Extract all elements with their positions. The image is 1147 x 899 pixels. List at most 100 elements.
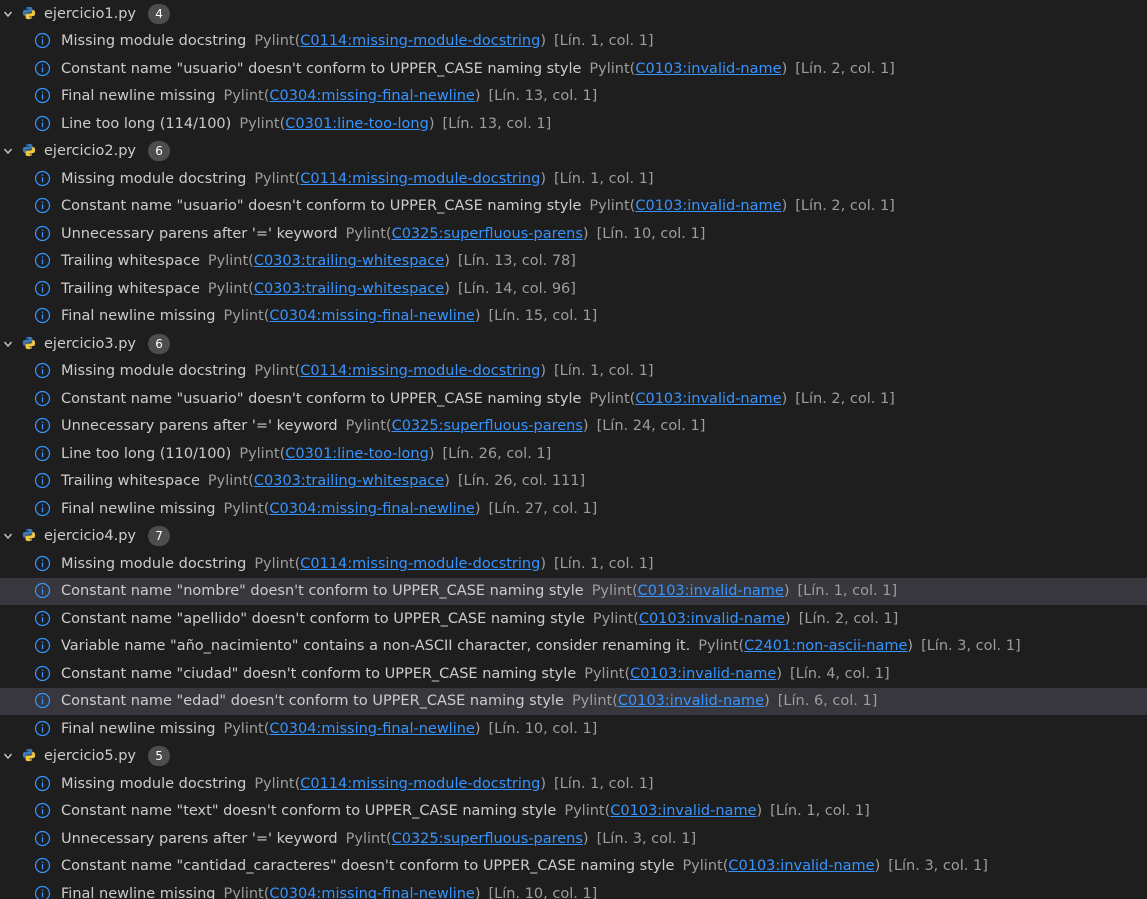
rule-code-link[interactable]: C0103:invalid-name <box>630 666 776 682</box>
rule-code-link[interactable]: C0303:trailing-whitespace <box>254 281 444 297</box>
problem-location: [Lín. 3, col. 1] <box>921 638 1021 655</box>
problem-count-badge: 7 <box>148 526 171 547</box>
rule-code-link[interactable]: C0303:trailing-whitespace <box>254 473 444 489</box>
rule-code-link[interactable]: C0304:missing-final-newline <box>269 501 474 517</box>
problem-row[interactable]: Missing module docstring Pylint(C0114:mis… <box>0 28 1147 56</box>
problem-location: [Lín. 1, col. 1] <box>554 33 654 50</box>
problem-row[interactable]: Variable name "año_nacimiento" contains … <box>0 633 1147 661</box>
rule-code-link[interactable]: C0301:line-too-long <box>285 446 429 462</box>
problem-source: Pylint <box>564 803 605 820</box>
problem-location: [Lín. 13, col. 1] <box>488 88 598 105</box>
problem-source: Pylint <box>223 885 264 899</box>
rule-code-link[interactable]: C0325:superfluous-parens <box>392 418 583 434</box>
rule-code-link[interactable]: C0304:missing-final-newline <box>269 308 474 324</box>
problem-message: Final newline missing <box>61 885 216 899</box>
problem-row[interactable]: Final newline missing Pylint(C0304:missin… <box>0 880 1147 899</box>
problem-location: [Lín. 27, col. 1] <box>488 500 598 517</box>
rule-code-link[interactable]: C0114:missing-module-docstring <box>300 33 540 49</box>
chevron-down-icon[interactable] <box>1 531 15 541</box>
problem-row[interactable]: Final newline missing Pylint(C0304:missin… <box>0 303 1147 331</box>
problem-message: Missing module docstring <box>61 363 247 380</box>
problem-message: Final newline missing <box>61 500 216 517</box>
file-row[interactable]: ejercicio2.py 6 <box>0 138 1147 166</box>
paren-close: ) <box>781 60 788 77</box>
info-icon <box>34 802 52 820</box>
file-name: ejercicio4.py <box>44 528 137 545</box>
paren-close: ) <box>874 858 881 875</box>
chevron-down-icon[interactable] <box>1 146 15 156</box>
problem-row[interactable]: Constant name "apellido" doesn't conform… <box>0 605 1147 633</box>
rule-code-link[interactable]: C0103:invalid-name <box>618 693 764 709</box>
info-icon <box>34 472 52 490</box>
rule-code-link[interactable]: C0325:superfluous-parens <box>392 226 583 242</box>
rule-code-link[interactable]: C0114:missing-module-docstring <box>300 363 540 379</box>
file-row[interactable]: ejercicio1.py 4 <box>0 0 1147 28</box>
chevron-down-icon[interactable] <box>1 9 15 19</box>
problem-row[interactable]: Final newline missing Pylint(C0304:missin… <box>0 495 1147 523</box>
problem-row[interactable]: Constant name "nombre" doesn't conform t… <box>0 577 1147 605</box>
problem-row[interactable]: Trailing whitespace Pylint(C0303:trailing… <box>0 248 1147 276</box>
problem-row[interactable]: Trailing whitespace Pylint(C0303:trailing… <box>0 468 1147 496</box>
rule-code-link[interactable]: C0304:missing-final-newline <box>269 88 474 104</box>
rule-code-link[interactable]: C0304:missing-final-newline <box>269 721 474 737</box>
problem-row[interactable]: Unnecessary parens after '=' keyword Pyli… <box>0 220 1147 248</box>
problem-row[interactable]: Trailing whitespace Pylint(C0303:trailing… <box>0 275 1147 303</box>
rule-code-link[interactable]: C2401:non-ascii-name <box>744 638 907 654</box>
paren-close: ) <box>582 830 589 847</box>
problem-row[interactable]: Missing module docstring Pylint(C0114:mis… <box>0 165 1147 193</box>
problem-location: [Lín. 2, col. 1] <box>798 610 899 627</box>
rule-code-link[interactable]: C0114:missing-module-docstring <box>300 171 540 187</box>
info-icon <box>34 60 52 78</box>
rule-code-link[interactable]: C0103:invalid-name <box>728 858 874 874</box>
rule-code-link[interactable]: C0304:missing-final-newline <box>269 886 474 899</box>
problem-row[interactable]: Constant name "edad" doesn't conform to … <box>0 687 1147 715</box>
rule-code-link[interactable]: C0301:line-too-long <box>285 116 429 132</box>
problem-row[interactable]: Missing module docstring Pylint(C0114:mis… <box>0 770 1147 798</box>
problem-row[interactable]: Constant name "usuario" doesn't conform … <box>0 55 1147 83</box>
problem-row[interactable]: Constant name "usuario" doesn't conform … <box>0 193 1147 221</box>
problem-row[interactable]: Final newline missing Pylint(C0304:missin… <box>0 715 1147 743</box>
problem-row[interactable]: Constant name "usuario" doesn't conform … <box>0 385 1147 413</box>
rule-code-link[interactable]: C0103:invalid-name <box>635 61 781 77</box>
problem-row[interactable]: Line too long (114/100) Pylint(C0301:line… <box>0 110 1147 138</box>
problem-row[interactable]: Unnecessary parens after '=' keyword Pyli… <box>0 825 1147 853</box>
problem-location: [Lín. 10, col. 1] <box>488 885 598 899</box>
problem-row[interactable]: Missing module docstring Pylint(C0114:mis… <box>0 550 1147 578</box>
rule-code-link[interactable]: C0114:missing-module-docstring <box>300 556 540 572</box>
file-row[interactable]: ejercicio5.py 5 <box>0 743 1147 771</box>
paren-close: ) <box>474 88 481 105</box>
rule-code-link[interactable]: C0103:invalid-name <box>610 803 756 819</box>
problem-row[interactable]: Constant name "ciudad" doesn't conform t… <box>0 660 1147 688</box>
problem-source: Pylint <box>223 88 264 105</box>
problem-row[interactable]: Constant name "cantidad_caracteres" does… <box>0 853 1147 881</box>
rule-code-link[interactable]: C0103:invalid-name <box>639 611 785 627</box>
problem-row[interactable]: Missing module docstring Pylint(C0114:mis… <box>0 358 1147 386</box>
problem-row[interactable]: Line too long (110/100) Pylint(C0301:line… <box>0 440 1147 468</box>
paren-close: ) <box>474 500 481 517</box>
problem-message: Final newline missing <box>61 720 216 737</box>
chevron-down-icon[interactable] <box>1 751 15 761</box>
info-icon <box>34 32 52 50</box>
problem-location: [Lín. 1, col. 1] <box>797 583 898 600</box>
file-row[interactable]: ejercicio4.py 7 <box>0 523 1147 551</box>
problem-location: [Lín. 3, col. 1] <box>888 858 988 875</box>
problem-source: Pylint <box>207 473 249 490</box>
rule-code-link[interactable]: C0103:invalid-name <box>635 198 781 214</box>
problem-source: Pylint <box>589 60 630 77</box>
problem-row[interactable]: Unnecessary parens after '=' keyword Pyli… <box>0 413 1147 441</box>
problem-message: Unnecessary parens after '=' keyword <box>61 830 338 847</box>
rule-code-link[interactable]: C0114:missing-module-docstring <box>300 776 540 792</box>
rule-code-link[interactable]: C0325:superfluous-parens <box>392 831 583 847</box>
rule-code-link[interactable]: C0103:invalid-name <box>635 391 781 407</box>
file-row[interactable]: ejercicio3.py 6 <box>0 330 1147 358</box>
problem-count-badge: 6 <box>148 333 171 354</box>
chevron-down-icon[interactable] <box>1 339 15 349</box>
problem-source: Pylint <box>571 693 613 710</box>
problem-source: Pylint <box>589 198 630 215</box>
rule-code-link[interactable]: C0303:trailing-whitespace <box>254 253 444 269</box>
paren-close: ) <box>428 445 435 462</box>
problem-row[interactable]: Final newline missing Pylint(C0304:missin… <box>0 83 1147 111</box>
rule-code-link[interactable]: C0103:invalid-name <box>638 583 784 599</box>
problem-row[interactable]: Constant name "text" doesn't conform to … <box>0 798 1147 826</box>
paren-close: ) <box>582 225 589 242</box>
